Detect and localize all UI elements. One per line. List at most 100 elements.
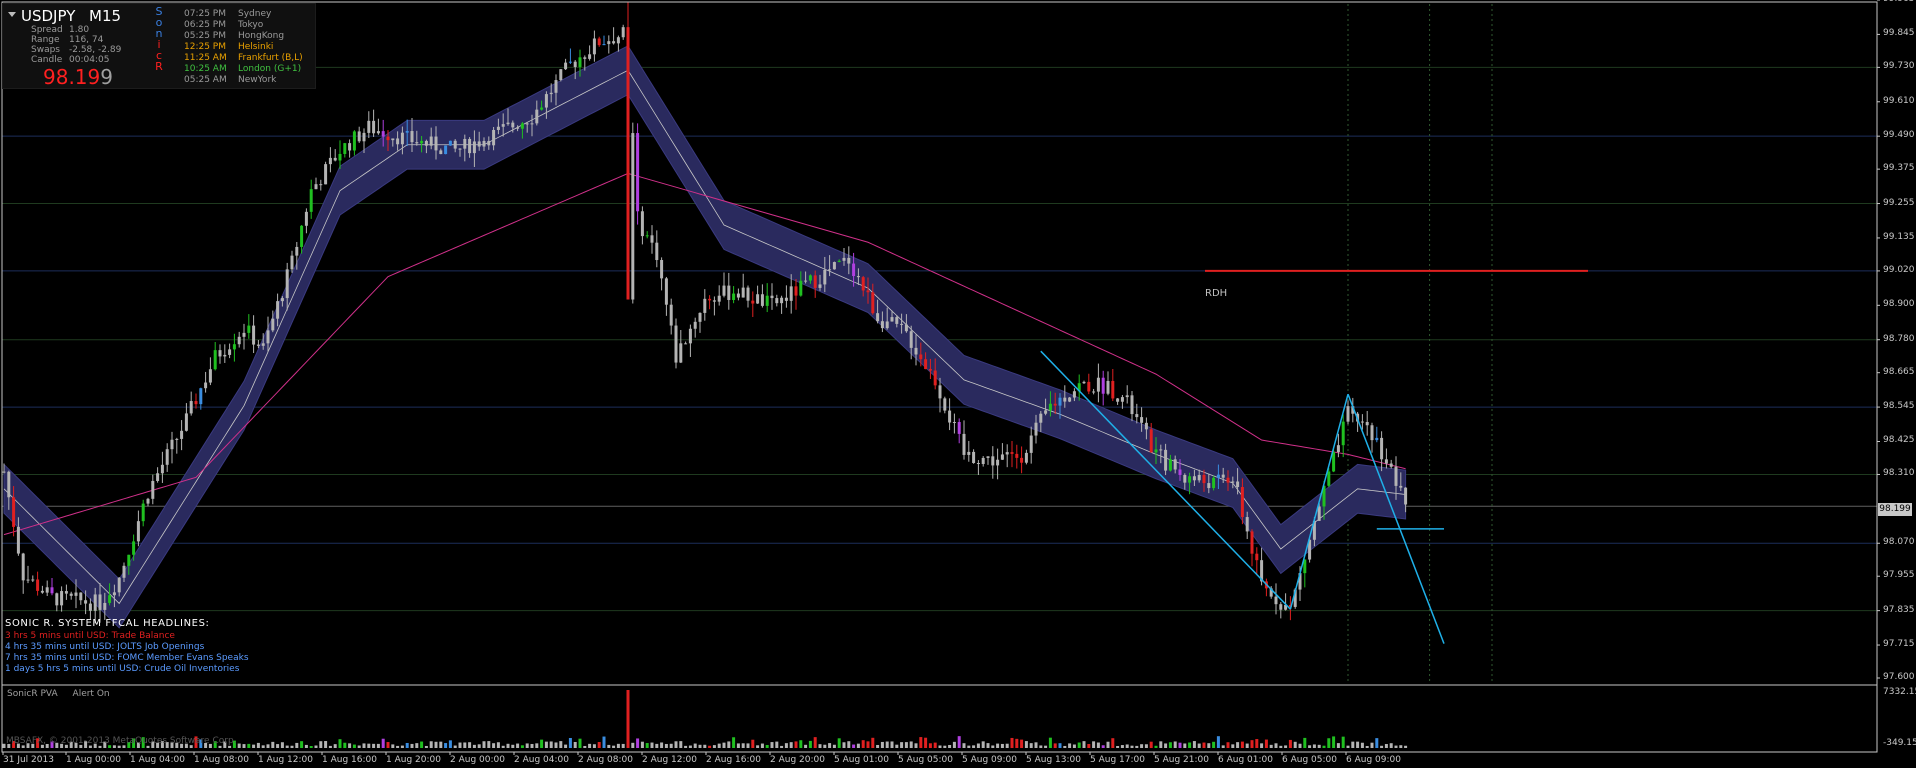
chevron-down-icon[interactable] [8,12,16,17]
volume-bar [1216,736,1220,748]
candle-body [444,145,448,155]
headline-item[interactable]: 7 hrs 35 mins until USD: FOMC Member Eva… [5,653,249,664]
volume-bar [458,742,462,748]
candle-body [1024,452,1028,463]
candle-body [1370,425,1374,441]
volume-bar [1356,741,1360,748]
volume-bar [1072,744,1076,748]
timeframe: M15 [89,7,122,25]
candle-body [948,410,952,423]
candle-body [487,140,491,146]
volume-bar [688,745,692,748]
stat-candle: Candle 00:04:05 [31,55,110,65]
candle-body [957,422,961,434]
candle-body [12,497,16,527]
candle-body [1240,487,1244,518]
volume-bar [1260,743,1264,748]
price-tick: 99.135 [1883,231,1915,242]
candle-body [1399,485,1403,488]
session-row: 11:25 AM Frankfurt (B,L) [184,53,303,63]
candle-body [1082,381,1086,384]
volume-bar [943,745,947,748]
candle-body [1010,452,1014,454]
volume-bar [271,741,275,748]
volume-bar [914,743,918,748]
time-tick: 1 Aug 00:00 [66,755,121,765]
price-chart[interactable] [0,0,1916,768]
time-tick: 2 Aug 08:00 [578,755,633,765]
candle-body [1384,459,1388,464]
candle-body [204,382,208,389]
candle-body [1106,380,1110,394]
volume-bar [343,742,347,748]
volume-bar [717,743,721,748]
candle-body [794,286,798,296]
volume-bar [1015,738,1019,748]
candle-body [146,498,150,504]
sonic-r-logo: SonicR [153,6,165,72]
candle-body [468,138,472,154]
candle-body [890,317,894,322]
candle-body [1212,477,1216,489]
candle-body [976,463,980,465]
volume-bar [420,741,424,748]
candle-body [592,38,596,55]
volume-bar [415,743,419,748]
volume-bar [492,743,496,748]
volume-bar [1236,742,1240,748]
volume-bar [669,743,673,748]
candle-body [64,591,68,594]
candle-body [1039,413,1043,423]
candle-body [448,140,452,146]
sonic-letter: R [155,60,163,73]
candle-body [194,401,198,405]
candle-body [381,131,385,137]
volume-bar [967,745,971,748]
time-tick: 1 Aug 04:00 [130,755,185,765]
candle-body [453,140,457,149]
candle-body [655,242,659,261]
volume-bar [1149,741,1153,748]
volume-bar [381,738,385,748]
candle-body [400,132,404,145]
volume-bar [285,745,289,748]
time-tick: 6 Aug 09:00 [1346,755,1401,765]
volume-bar [396,745,400,748]
volume-bar [842,742,846,748]
volume-bar [1096,742,1100,748]
candle-body [1005,452,1009,455]
candle-body [160,464,164,474]
session-row: 05:25 AM NewYork [184,75,277,85]
volume-bar [525,743,529,748]
price-tick: 99.375 [1883,163,1915,174]
volume-bar [1327,738,1331,748]
volume-bar [1341,736,1345,748]
candle-body [1192,476,1196,481]
candle-body [597,38,601,46]
stat-range: Range 116, 74 [31,35,104,45]
volume-bar [1312,744,1316,748]
volume-bar [1087,743,1091,748]
volume-bar [703,744,707,748]
candle-body [818,284,822,288]
dragon-band-fill [3,45,1407,629]
candle-body [789,286,793,301]
volume-bar [794,741,798,748]
time-tick: 1 Aug 12:00 [258,755,313,765]
candle-body [237,336,241,345]
candle-body [1255,553,1259,561]
price-tick: 98.310 [1883,468,1915,479]
volume-bar [631,742,635,748]
volume-bar [1082,741,1086,748]
candle-body [1125,395,1129,398]
candle-body [60,591,64,606]
headline-item[interactable]: 3 hrs 5 mins until USD: Trade Balance [5,631,249,642]
time-tick: 5 Aug 13:00 [1026,755,1081,765]
headline-item[interactable]: 4 hrs 35 mins until USD: JOLTS Job Openi… [5,642,249,653]
candle-body [612,41,616,44]
headline-item[interactable]: 1 days 5 hrs 5 mins until USD: Crude Oil… [5,664,249,675]
volume-bar [1346,745,1350,748]
candle-body [184,413,188,431]
candle-body [266,330,270,344]
price-tick: 99.020 [1883,264,1915,275]
